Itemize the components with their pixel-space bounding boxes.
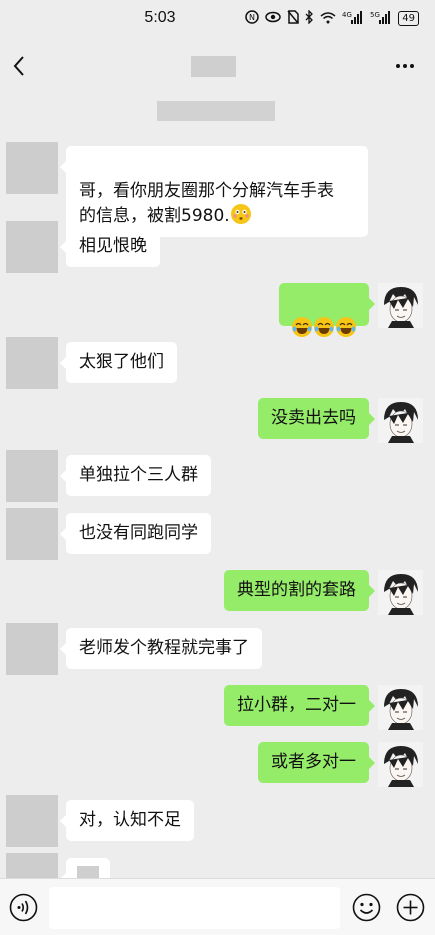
message-bubble[interactable]: 拉小群，二对一 xyxy=(224,685,375,726)
message-bubble[interactable]: 典型的割的套路 xyxy=(224,570,375,611)
message-input[interactable] xyxy=(49,887,340,929)
input-bar xyxy=(0,878,435,935)
message-bubble[interactable]: 单独拉个三人群 xyxy=(60,455,211,496)
chat-title-redacted xyxy=(191,56,236,77)
more-functions-button[interactable] xyxy=(396,893,425,922)
plus-icon xyxy=(396,893,425,922)
message-bubble[interactable]: 对，认知不足 xyxy=(60,800,194,841)
signal-4g-icon: 4G xyxy=(342,10,364,27)
message-text: 哥，看你朋友圈那个分解汽车手表 的信息，被割5980. xyxy=(79,181,334,226)
tears-of-joy-emoji-icon xyxy=(336,317,356,337)
flushed-emoji-icon xyxy=(230,204,251,224)
voice-button[interactable] xyxy=(9,893,38,922)
no-sim-icon xyxy=(287,10,300,27)
avatar[interactable] xyxy=(378,398,423,443)
eye-icon xyxy=(265,11,282,26)
more-dot xyxy=(396,64,400,68)
redacted-content xyxy=(77,866,99,878)
emoji-icon xyxy=(352,893,381,922)
avatar[interactable] xyxy=(378,685,423,730)
avatar[interactable] xyxy=(6,853,58,878)
avatar[interactable] xyxy=(6,795,58,847)
svg-text:4G: 4G xyxy=(342,11,352,19)
chat-header xyxy=(0,38,435,94)
signal-5g-icon: 5G xyxy=(370,10,392,27)
avatar[interactable] xyxy=(6,142,58,194)
bluetooth-icon xyxy=(305,9,314,27)
status-icons: N 4G 5G 49 xyxy=(245,9,419,27)
message-bubble[interactable] xyxy=(60,858,110,885)
avatar[interactable] xyxy=(378,742,423,787)
svg-text:5G: 5G xyxy=(370,11,380,19)
more-options-button[interactable] xyxy=(391,52,419,80)
avatar[interactable] xyxy=(6,221,58,273)
tears-of-joy-emoji-icon xyxy=(314,317,334,337)
battery-indicator: 49 xyxy=(398,11,419,26)
more-dot xyxy=(410,64,414,68)
message-bubble[interactable] xyxy=(279,283,375,337)
avatar[interactable] xyxy=(6,508,58,560)
message-bubble[interactable]: 老师发个教程就完事了 xyxy=(60,628,262,669)
svg-text:N: N xyxy=(249,13,255,22)
chevron-left-icon xyxy=(13,56,24,76)
avatar[interactable] xyxy=(6,450,58,502)
tears-of-joy-emoji-icon xyxy=(292,317,312,337)
avatar[interactable] xyxy=(378,570,423,615)
status-bar: 5:03 N 4G 5G 49 xyxy=(0,0,435,38)
message-bubble[interactable]: 哥，看你朋友圈那个分解汽车手表 的信息，被割5980. xyxy=(60,146,368,237)
emoji-button[interactable] xyxy=(352,893,381,922)
message-bubble[interactable]: 太狠了他们 xyxy=(60,342,177,383)
more-dot xyxy=(403,64,407,68)
message-bubble[interactable]: 相见恨晚 xyxy=(60,226,160,267)
message-bubble[interactable]: 或者多对一 xyxy=(258,742,375,783)
message-bubble[interactable]: 没卖出去吗 xyxy=(258,398,375,439)
voice-icon xyxy=(9,893,38,922)
back-button[interactable] xyxy=(4,48,34,84)
timestamp-redacted xyxy=(157,101,275,121)
wifi-icon xyxy=(320,11,336,27)
avatar[interactable] xyxy=(6,623,58,675)
avatar[interactable] xyxy=(6,337,58,389)
nfc-icon: N xyxy=(245,10,260,27)
avatar[interactable] xyxy=(378,283,423,328)
message-bubble[interactable]: 也没有同跑同学 xyxy=(60,513,211,554)
